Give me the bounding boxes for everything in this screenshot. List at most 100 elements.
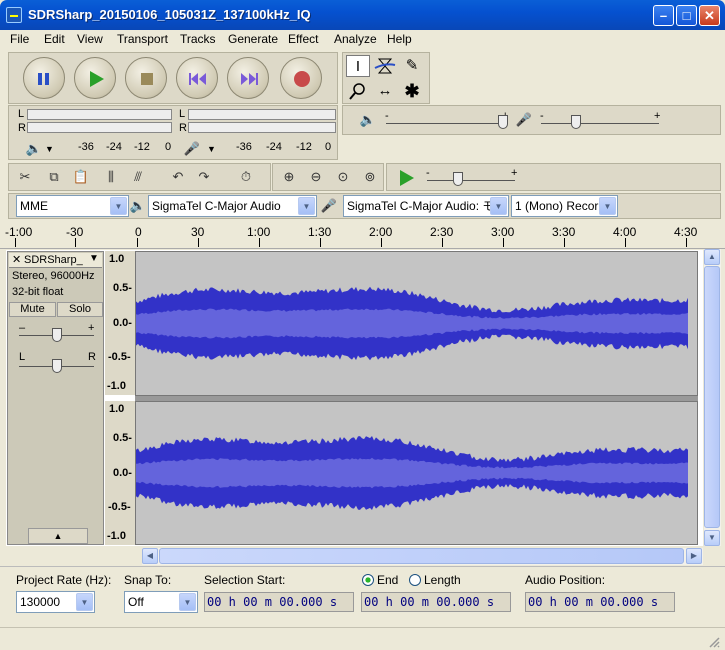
input-volume-icon: 🎤 [515, 112, 533, 127]
input-volume-slider[interactable] [571, 115, 581, 129]
skip-to-start-button[interactable] [176, 57, 218, 99]
fit-project-icon[interactable]: ⊚ [359, 167, 381, 187]
track-header: ✕ SDRSharp_ ▼ [9, 253, 102, 268]
skip-to-end-button[interactable] [227, 57, 269, 99]
fit-selection-icon[interactable]: ⊙ [332, 167, 354, 187]
pause-button[interactable] [23, 57, 65, 99]
silence-icon[interactable]: ⫻ [127, 167, 149, 187]
zoom-out-icon[interactable]: ⊖ [305, 167, 327, 187]
ruler-label: 4:00 [613, 225, 637, 239]
play-button[interactable] [74, 57, 116, 99]
stop-button[interactable] [125, 57, 167, 99]
copy-icon[interactable]: ⧉ [43, 167, 65, 187]
ruler-label: 2:30 [430, 225, 454, 239]
rec-scale-24: -24 [266, 141, 282, 153]
ruler-tick [137, 238, 138, 247]
snap-to-select[interactable]: Off ▼ [124, 591, 198, 613]
resize-grip-icon[interactable] [708, 636, 720, 648]
i-beam-icon: I [355, 58, 361, 75]
waveform-channel-right[interactable] [135, 401, 698, 545]
menu-analyze[interactable]: Analyze [334, 32, 377, 46]
mute-button[interactable]: Mute [9, 302, 56, 317]
output-device-icon: 🔈 [129, 198, 147, 213]
channels-select[interactable]: 1 (Mono) Recor ▼ [511, 195, 618, 217]
channel-1-vertical-scale: 1.0 0.5- 0.0- -0.5- -1.0 [105, 251, 135, 395]
menu-generate[interactable]: Generate [228, 32, 278, 46]
ruler-tick [442, 238, 443, 247]
gain-min-label: – [19, 322, 26, 334]
scroll-down-arrow-icon[interactable]: ▼ [704, 530, 720, 546]
ruler-tick [320, 238, 321, 247]
menu-effect[interactable]: Effect [288, 32, 318, 46]
pan-slider[interactable] [52, 359, 62, 373]
track-name[interactable]: SDRSharp_ [24, 254, 83, 266]
microphone-icon[interactable]: 🎤 [181, 139, 203, 159]
length-radio[interactable] [409, 574, 421, 586]
playback-meter-menu-arrow[interactable]: ▼ [45, 144, 54, 154]
menu-file[interactable]: File [10, 32, 29, 46]
horizontal-scroll-thumb[interactable] [159, 548, 684, 564]
channels-value: 1 (Mono) Recor [515, 199, 599, 213]
project-rate-select[interactable]: 130000 ▼ [16, 591, 95, 613]
host-select[interactable]: MME ▼ [16, 195, 129, 217]
solo-button[interactable]: Solo [57, 302, 103, 317]
ruler-label: 2:00 [369, 225, 393, 239]
double-arrow-icon: ↔ [377, 82, 393, 99]
waveform-channel-left[interactable] [135, 251, 698, 396]
track-close-button[interactable]: ✕ [12, 253, 21, 266]
zoom-in-icon[interactable]: ⊕ [278, 167, 300, 187]
scroll-left-arrow-icon[interactable]: ◀ [142, 548, 158, 564]
undo-icon[interactable]: ↶ [167, 167, 189, 187]
selection-end-field[interactable]: 00 h 00 m 00.000 s [361, 592, 511, 612]
input-volume-track [541, 123, 659, 124]
tools-toolbar: I ✎ ↔ ✱ [342, 52, 430, 104]
output-device-select[interactable]: SigmaTel C-Major Audio ▼ [148, 195, 317, 217]
envelope-icon [374, 58, 396, 74]
menu-transport[interactable]: Transport [117, 32, 168, 46]
record-button[interactable] [280, 57, 322, 99]
channel-2-vertical-scale: 1.0 0.5- 0.0- -0.5- -1.0 [105, 401, 135, 545]
menu-view[interactable]: View [77, 32, 103, 46]
end-radio[interactable] [362, 574, 374, 586]
vertical-scrollbar[interactable]: ▲ ▼ [704, 249, 721, 546]
menu-edit[interactable]: Edit [44, 32, 65, 46]
input-device-select[interactable]: SigmaTel C-Major Audio: モ ▼ [343, 195, 509, 217]
selection-start-field[interactable]: 00 h 00 m 00.000 s [204, 592, 354, 612]
play-at-speed-icon[interactable] [399, 169, 415, 187]
cut-icon[interactable]: ✂ [14, 167, 36, 187]
minimize-button[interactable]: – [653, 5, 674, 26]
ruler-tick [15, 238, 16, 247]
draw-tool[interactable]: ✎ [400, 55, 424, 77]
scale-label: -1.0 [107, 380, 126, 392]
redo-icon[interactable]: ↷ [193, 167, 215, 187]
speed-slider[interactable] [453, 172, 463, 186]
rec-scale-12: -12 [296, 141, 312, 153]
time-shift-tool[interactable]: ↔ [373, 80, 397, 102]
vertical-scroll-thumb[interactable] [704, 266, 720, 528]
zoom-tool[interactable] [346, 80, 370, 102]
audio-position-field[interactable]: 00 h 00 m 00.000 s [525, 592, 675, 612]
menu-help[interactable]: Help [387, 32, 412, 46]
envelope-tool[interactable] [373, 55, 397, 77]
collapse-track-button[interactable]: ▲ [28, 528, 88, 544]
output-device-value: SigmaTel C-Major Audio [152, 199, 281, 213]
output-volume-slider[interactable] [498, 115, 508, 129]
length-label: Length [424, 573, 461, 587]
scroll-up-arrow-icon[interactable]: ▲ [704, 249, 720, 265]
sync-lock-icon[interactable]: ⏱ [235, 167, 257, 187]
timeline-ruler[interactable]: -1:00 -30 0 30 1:00 1:30 2:00 2:30 3:00 … [0, 219, 725, 461]
scroll-right-arrow-icon[interactable]: ▶ [686, 548, 702, 564]
record-meter-menu-arrow[interactable]: ▼ [207, 144, 216, 154]
multi-tool[interactable]: ✱ [400, 80, 424, 102]
trim-icon[interactable]: ⫼ [100, 167, 122, 187]
menu-tracks[interactable]: Tracks [180, 32, 216, 46]
selection-tool[interactable]: I [346, 55, 370, 77]
snap-to-value: Off [128, 595, 144, 609]
horizontal-scrollbar[interactable]: ◀ ▶ [142, 548, 703, 565]
gain-slider[interactable] [52, 328, 62, 342]
maximize-button[interactable]: □ [676, 5, 697, 26]
speaker-icon[interactable]: 🔈 [23, 139, 45, 159]
paste-icon[interactable]: 📋 [70, 167, 92, 187]
close-button[interactable]: ✕ [699, 5, 720, 26]
track-menu-arrow-icon[interactable]: ▼ [89, 253, 99, 264]
